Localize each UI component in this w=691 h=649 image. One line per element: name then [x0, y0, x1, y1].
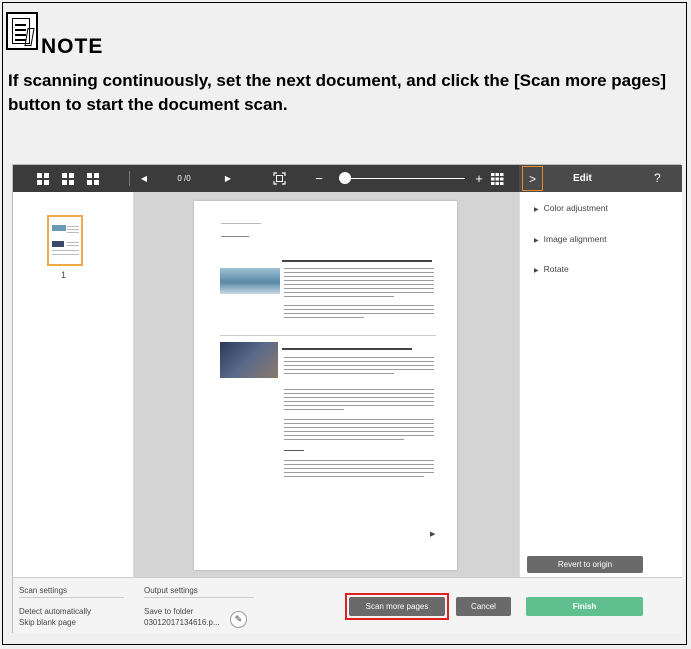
- note-icon: [6, 12, 38, 50]
- edit-panel: ▶ Color adjustment ▶ Image alignment ▶ Rota…: [519, 192, 682, 577]
- divider: [144, 597, 254, 598]
- output-settings-label: Output settings: [144, 586, 198, 595]
- image-alignment-item[interactable]: ▶ Image alignment: [534, 234, 606, 244]
- edit-panel-title: Edit: [573, 173, 592, 184]
- document-viewer[interactable]: ▶: [134, 192, 519, 577]
- divider: [19, 597, 124, 598]
- finish-button[interactable]: Finish: [526, 597, 643, 616]
- scan-settings-label: Scan settings: [19, 586, 68, 595]
- output-file-value[interactable]: 03012017134616.p...: [144, 618, 220, 627]
- grid-view-icon[interactable]: [35, 165, 51, 192]
- capture-on-touch-window: ◀ 0 /0 ▶ − + > Edit ? 1 ▶ ▶ Color adjust…: [12, 164, 682, 633]
- zoom-slider-handle[interactable]: [339, 172, 351, 184]
- revert-to-origin-button[interactable]: Revert to origin: [527, 556, 643, 573]
- collapse-panel-button[interactable]: >: [522, 166, 543, 191]
- prev-page-icon[interactable]: ◀: [138, 165, 150, 192]
- scan-skip-value[interactable]: Skip blank page: [19, 618, 76, 627]
- cancel-button[interactable]: Cancel: [456, 597, 511, 616]
- color-adjustment-item[interactable]: ▶ Color adjustment: [534, 203, 608, 213]
- help-icon[interactable]: ?: [654, 165, 661, 192]
- scan-more-pages-button[interactable]: Scan more pages: [349, 597, 445, 616]
- image-alignment-label: Image alignment: [543, 234, 607, 244]
- thumbnail-grid-icon[interactable]: [489, 165, 505, 192]
- color-adjustment-label: Color adjustment: [543, 203, 608, 213]
- zoom-slider-track[interactable]: [347, 178, 465, 179]
- page-thumbnail[interactable]: [47, 215, 83, 266]
- page-photo-image: [220, 342, 278, 378]
- grid-view-icon[interactable]: [85, 165, 101, 192]
- rotate-label: Rotate: [543, 264, 569, 274]
- output-mode-value[interactable]: Save to folder: [144, 607, 193, 616]
- next-page-icon[interactable]: ▶: [222, 165, 234, 192]
- page-thumbnail-number: 1: [61, 270, 67, 280]
- scanned-page-preview: ▶: [194, 201, 457, 570]
- zoom-out-icon[interactable]: −: [313, 165, 325, 192]
- edit-pencil-icon[interactable]: ✎: [230, 611, 247, 628]
- toolbar-divider: [129, 171, 130, 186]
- rotate-item[interactable]: ▶ Rotate: [534, 264, 569, 274]
- note-text: If scanning continuously, set the next d…: [8, 71, 667, 114]
- thumbnail-pane: 1: [13, 192, 134, 577]
- note-label: NOTE: [41, 35, 104, 58]
- scan-detect-value[interactable]: Detect automatically: [19, 607, 91, 616]
- page-photo-image: [220, 268, 280, 294]
- expand-arrow-icon: ▶: [534, 268, 539, 274]
- fit-page-icon[interactable]: [271, 165, 287, 192]
- page-counter: 0 /0: [177, 174, 191, 183]
- grid-view-icon[interactable]: [60, 165, 76, 192]
- expand-arrow-icon: ▶: [534, 238, 539, 244]
- expand-arrow-icon: ▶: [534, 207, 539, 213]
- zoom-in-icon[interactable]: +: [473, 165, 485, 192]
